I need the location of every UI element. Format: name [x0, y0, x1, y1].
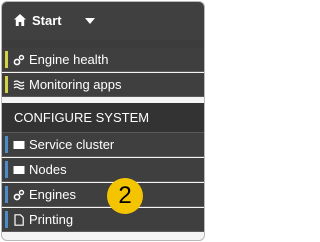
nav-item-label: Service cluster [29, 137, 115, 152]
header-title: Start [32, 13, 62, 28]
nav-item-service-cluster[interactable]: Service cluster [2, 133, 204, 157]
start-menu-header[interactable]: Start [2, 2, 204, 40]
gears-icon [13, 54, 25, 66]
gears-icon [13, 189, 25, 201]
block-icon [13, 141, 25, 149]
nav-item-label: Printing [29, 212, 74, 227]
nav-item-engines[interactable]: Engines [2, 183, 204, 207]
waves-icon [13, 80, 25, 90]
navigation-panel: Start Engine health Monitoring apps CONF… [1, 1, 205, 241]
accent-bar [5, 51, 8, 68]
nav-item-nodes[interactable]: Nodes [2, 158, 204, 182]
home-icon [14, 14, 26, 26]
nav-item-engine-health[interactable]: Engine health [2, 48, 204, 72]
nav-item-monitoring-apps[interactable]: Monitoring apps [2, 73, 204, 97]
nav-item-printing[interactable]: Printing [2, 208, 204, 232]
section-header-configure-system: CONFIGURE SYSTEM [2, 103, 204, 133]
nav-item-label: Engines [29, 187, 76, 202]
accent-bar [5, 76, 8, 93]
block-icon [13, 166, 25, 174]
chevron-down-icon[interactable] [84, 17, 96, 25]
accent-bar [5, 186, 8, 203]
nav-item-label: Monitoring apps [29, 77, 122, 92]
accent-bar [5, 211, 8, 228]
callout-number-badge: 2 [107, 178, 143, 214]
nav-item-label: Engine health [29, 52, 109, 67]
header-divider [2, 40, 204, 48]
accent-bar [5, 161, 8, 178]
section-title: CONFIGURE SYSTEM [14, 110, 150, 125]
accent-bar [5, 136, 8, 153]
document-icon [14, 214, 24, 226]
nav-item-label: Nodes [29, 162, 67, 177]
